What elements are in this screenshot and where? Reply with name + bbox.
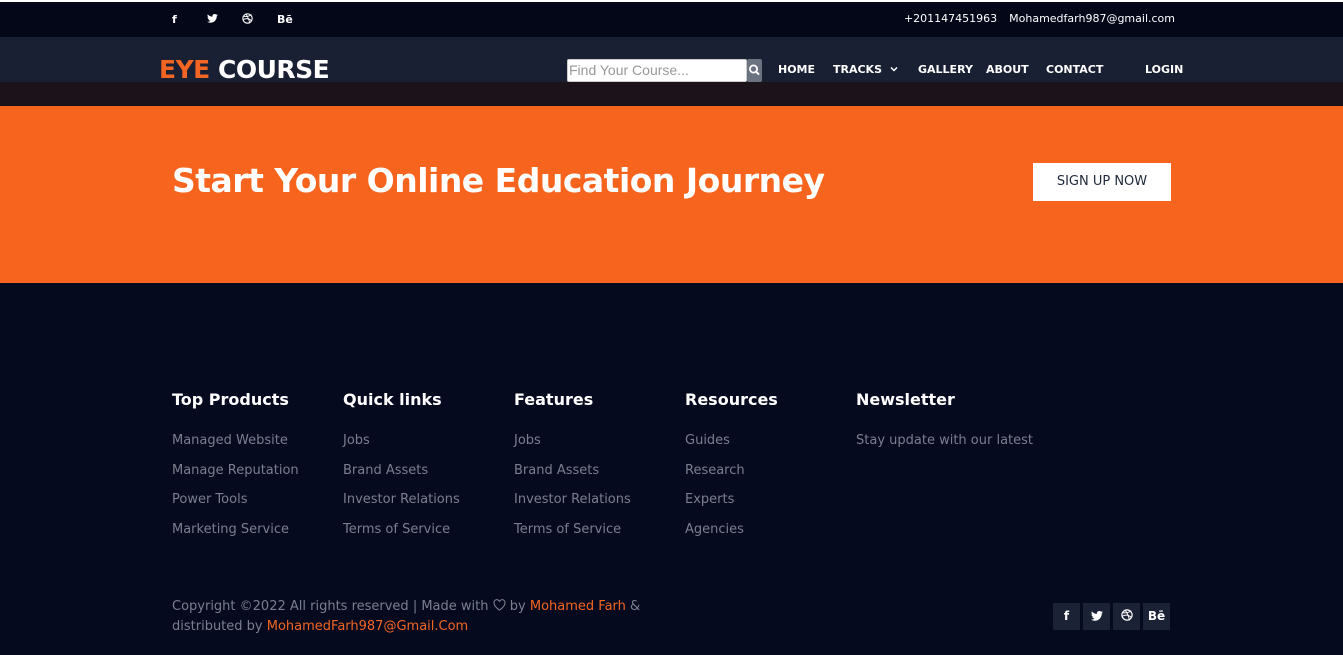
site-logo[interactable]: EYE COURSE [159,55,330,84]
copyright-amp: & [630,599,641,614]
footer-link[interactable]: Guides [685,433,778,463]
top-social-links: f Bē [172,13,312,27]
footer-link[interactable]: Jobs [343,433,460,463]
search-icon [755,71,760,76]
nav-home[interactable]: HOME [778,63,815,76]
logo-eye: EYE [159,55,210,84]
facebook-icon[interactable]: f [1053,603,1080,630]
footer-features: Features Jobs Brand Assets Investor Rela… [514,390,631,551]
top-contact: +201147451963 Mohamedfarh987@gmail.com [904,12,1175,25]
copyright-prefix: Copyright ©2022 All rights reserved | Ma… [172,599,489,614]
footer-link[interactable]: Brand Assets [343,463,460,493]
twitter-icon[interactable] [1083,603,1110,630]
copyright: Copyright ©2022 All rights reserved | Ma… [172,597,642,637]
footer-link[interactable]: Power Tools [172,492,299,522]
nav-login[interactable]: LOGIN [1145,63,1183,76]
footer-heading: Top Products [172,390,289,409]
footer-link[interactable]: Investor Relations [514,492,631,522]
author-link[interactable]: Mohamed Farh [530,599,626,614]
footer-link[interactable]: Terms of Service [514,522,631,552]
footer-heading: Resources [685,390,778,409]
chevron-down-icon [890,66,898,72]
footer-link[interactable]: Manage Reputation [172,463,299,493]
behance-icon[interactable]: Bē [277,13,312,27]
top-bar: f Bē +201147451963 Mohamedfarh987@gmail.… [0,0,1343,37]
nav-gallery[interactable]: GALLERY [918,63,973,76]
footer-heading: Newsletter [856,390,955,409]
copyright-distributed: distributed by [172,619,263,634]
copyright-by: by [509,599,526,614]
behance-icon[interactable]: Bē [1143,603,1170,630]
footer-link[interactable]: Jobs [514,433,631,463]
sign-up-button[interactable]: SIGN UP NOW [1033,163,1171,201]
footer-link[interactable]: Terms of Service [343,522,460,552]
cta-title: Start Your Online Education Journey [172,161,825,200]
footer-link[interactable]: Brand Assets [514,463,631,493]
facebook-icon[interactable]: f [172,13,207,27]
search-input[interactable]: Find Your Course... [567,59,747,82]
footer-resources: Resources Guides Research Experts Agenci… [685,390,778,551]
dribbble-icon[interactable] [242,13,277,27]
footer-link[interactable]: Research [685,463,778,493]
footer-heading: Features [514,390,594,409]
logo-course: COURSE [217,55,330,84]
footer-heading: Quick links [343,390,442,409]
nav-about[interactable]: ABOUT [986,63,1029,76]
navbar-divider [0,82,1343,106]
nav-tracks[interactable]: TRACKS [833,63,899,76]
footer-newsletter: Newsletter Stay update with our latest [856,390,1033,463]
author-email-link[interactable]: MohamedFarh987@Gmail.Com [267,619,468,634]
footer-link[interactable]: Agencies [685,522,778,552]
footer-link[interactable]: Managed Website [172,433,299,463]
footer-quick-links: Quick links Jobs Brand Assets Investor R… [343,390,460,551]
dribbble-icon[interactable] [1113,603,1140,630]
footer-link[interactable]: Investor Relations [343,492,460,522]
nav-tracks-label: TRACKS [833,63,883,76]
newsletter-text: Stay update with our latest [856,433,1034,448]
heart-icon [493,599,506,611]
email-address[interactable]: Mohamedfarh987@gmail.com [1009,12,1175,25]
twitter-icon[interactable] [207,13,242,27]
phone-number[interactable]: +201147451963 [904,12,997,25]
nav-contact[interactable]: CONTACT [1046,63,1103,76]
footer-social-links: f Bē [1053,603,1170,630]
footer-top-products: Top Products Managed Website Manage Repu… [172,390,299,551]
footer-link[interactable]: Marketing Service [172,522,299,552]
footer-link[interactable]: Experts [685,492,778,522]
search-button[interactable] [747,59,762,82]
